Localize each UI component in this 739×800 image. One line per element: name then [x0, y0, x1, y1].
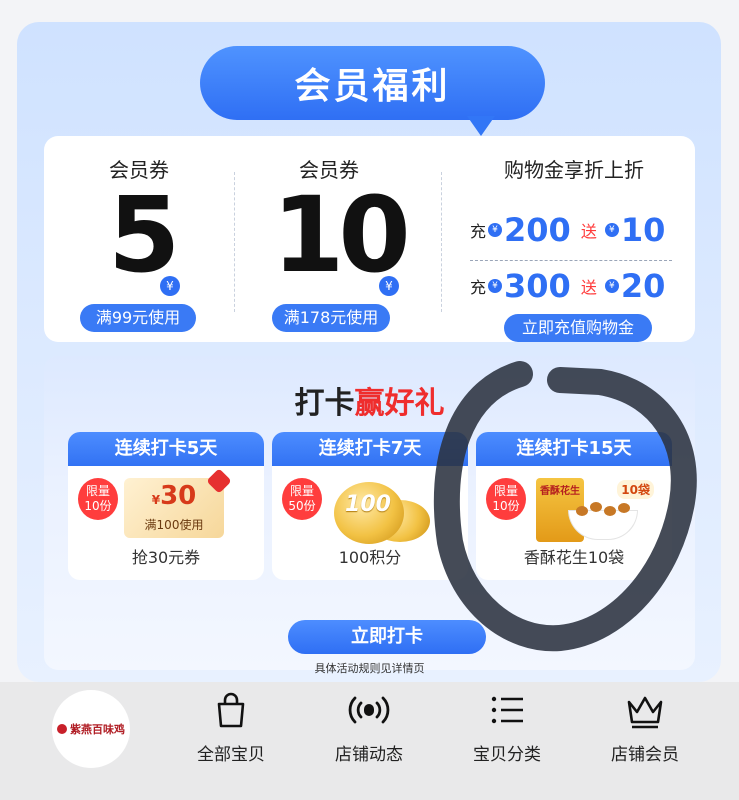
yen-icon: ¥: [604, 279, 619, 293]
nav-label: 店铺会员: [611, 745, 679, 765]
checkin-title-main: 打卡: [294, 386, 355, 421]
peanut-icon: [604, 506, 616, 516]
peanut-icon: [576, 506, 588, 516]
seal-icon: [57, 724, 67, 734]
nav-all-items[interactable]: 全部宝贝: [176, 690, 286, 765]
checkin-panel: 打卡赢好礼 连续打卡5天 ¥30 满100使用 限量 10份 抢30元券 连续打…: [44, 356, 695, 675]
charge-amount: 300: [504, 267, 571, 305]
peanut-icon: [618, 503, 630, 513]
checkin-tier-5-days[interactable]: 连续打卡5天 ¥30 满100使用 限量 10份 抢30元券: [68, 432, 264, 580]
yen-icon: ¥: [488, 223, 503, 237]
coin-text: 100: [345, 492, 391, 517]
checkin-tier-7-days[interactable]: 连续打卡7天 100 限量 50份 100积分: [272, 432, 468, 580]
nav-shop-membership[interactable]: 店铺会员: [590, 690, 700, 765]
bag-text: 香酥花生: [540, 486, 580, 497]
checkin-now-button[interactable]: 立即打卡: [288, 620, 486, 654]
coupon-amount: 5: [108, 174, 180, 296]
tier-heading: 连续打卡7天: [272, 432, 468, 466]
shopping-bag-icon: [217, 692, 245, 728]
member-coupon-5[interactable]: 会员券 5 ¥ 满99元使用: [44, 136, 234, 342]
charge-label: 充: [470, 222, 487, 241]
ticket-condition: 满100使用: [144, 518, 204, 532]
tier-reward-label: 抢30元券: [131, 548, 201, 567]
shopping-gold-title: 购物金享折上折: [504, 158, 644, 182]
recharge-option-200[interactable]: 充 ¥ 200 送 ¥ 10: [470, 210, 665, 250]
broadcast-icon: [348, 696, 390, 724]
yen-icon: ¥: [160, 276, 180, 296]
member-benefits-banner: 会员福利: [200, 46, 545, 120]
logo-text: 紫燕百味鸡: [70, 723, 125, 736]
limited-quantity-badge: 限量 50份: [282, 478, 322, 520]
tier-reward-label: 100积分: [338, 548, 402, 567]
member-coupon-10[interactable]: 会员券 10 ¥ 满178元使用: [234, 136, 424, 342]
coupon-condition: 满99元使用: [80, 304, 196, 332]
badge-bottom: 10份: [84, 499, 112, 513]
divider: [441, 172, 442, 312]
limited-quantity-badge: 限量 10份: [486, 478, 526, 520]
checkin-title: 打卡赢好礼: [44, 378, 695, 422]
give-label: 送: [580, 278, 597, 297]
badge-top: 限量: [493, 484, 518, 498]
limited-quantity-badge: 限量 10份: [78, 478, 118, 520]
ticket-yen: ¥: [151, 493, 161, 507]
badge-bottom: 50份: [288, 499, 316, 513]
rules-note: 具体活动规则见详情页: [314, 662, 425, 675]
tier-reward-label: 香酥花生10袋: [523, 548, 625, 567]
give-amount: 10: [620, 211, 666, 249]
peanut-icon: [590, 502, 602, 512]
nav-label: 宝贝分类: [473, 745, 541, 765]
badge-top: 限量: [289, 484, 314, 498]
give-label: 送: [580, 222, 597, 241]
bags-count-tag: 10袋: [617, 480, 654, 499]
shop-logo[interactable]: 紫燕百味鸡: [52, 690, 130, 768]
nav-label: 全部宝贝: [197, 745, 265, 765]
badge-bottom: 10份: [492, 499, 520, 513]
yen-icon: ¥: [604, 223, 619, 237]
tier-heading: 连续打卡15天: [476, 432, 672, 466]
give-amount: 20: [620, 267, 666, 305]
recharge-option-300[interactable]: 充 ¥ 300 送 ¥ 20: [470, 266, 665, 306]
yen-icon: ¥: [488, 279, 503, 293]
recharge-shopping-gold-button[interactable]: 立即充值购物金: [504, 314, 652, 342]
ticket-value: 30: [160, 481, 197, 511]
coupon-condition: 满178元使用: [272, 304, 390, 332]
coupon-ticket-image: ¥30 满100使用: [124, 468, 232, 538]
badge-top: 限量: [85, 484, 110, 498]
crown-icon: [627, 696, 663, 729]
checkin-tier-15-days[interactable]: 连续打卡15天 香酥花生 10袋 限量 10份 香酥花生10袋: [476, 432, 672, 580]
checkin-title-highlight: 赢好礼: [354, 386, 445, 421]
tier-heading: 连续打卡5天: [68, 432, 264, 466]
yen-icon: ¥: [379, 276, 399, 296]
divider: [470, 260, 672, 261]
coupon-panel: 会员券 5 ¥ 满99元使用 会员券 10 ¥ 满178元使用 购物金享折上折 …: [44, 136, 695, 342]
coupon-amount: 10: [272, 174, 411, 296]
nav-shop-updates[interactable]: 店铺动态: [314, 690, 424, 765]
nav-label: 店铺动态: [335, 745, 403, 765]
charge-amount: 200: [504, 211, 571, 249]
list-icon: [491, 696, 523, 724]
charge-label: 充: [470, 278, 487, 297]
shop-bottom-nav: 紫燕百味鸡 全部宝贝 店铺动态 宝贝分类 店铺会员: [0, 682, 739, 800]
nav-categories[interactable]: 宝贝分类: [452, 690, 562, 765]
member-benefits-card: 会员福利 会员券 5 ¥ 满99元使用 会员券 10 ¥ 满178元使用 购物金…: [17, 22, 721, 682]
banner-pointer: [467, 116, 495, 136]
